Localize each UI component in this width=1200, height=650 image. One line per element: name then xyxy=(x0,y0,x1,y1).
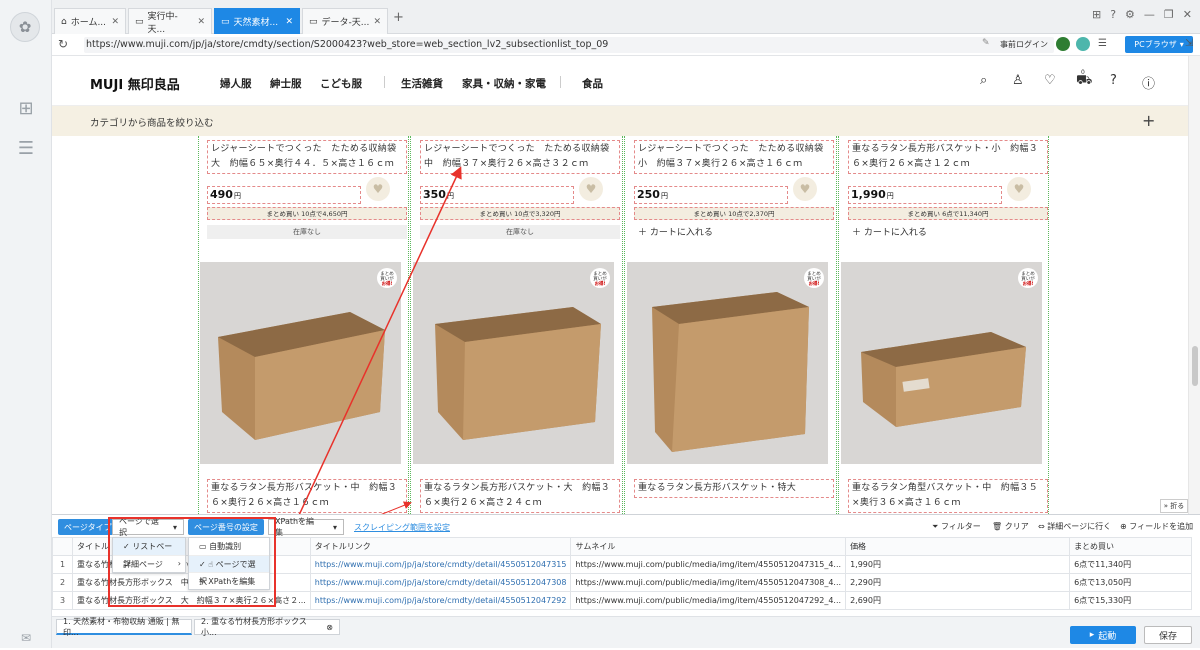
close-window-icon[interactable]: ✕ xyxy=(1183,8,1192,21)
home-icon: ⌂ xyxy=(61,16,67,27)
run-label: 起動 xyxy=(1098,631,1117,642)
reload-icon[interactable]: ↻ xyxy=(58,37,68,51)
new-tab-button[interactable]: + xyxy=(393,10,404,25)
link-cell[interactable]: https://www.muji.com/jp/ja/store/cmdty/d… xyxy=(309,573,572,592)
row-number: 2 xyxy=(52,573,73,592)
header-cell[interactable]: サムネイル xyxy=(570,537,847,556)
save-button[interactable]: 保存 xyxy=(1144,626,1192,644)
filter-button[interactable]: ⏷ フィルター xyxy=(932,521,981,532)
extension-icon[interactable] xyxy=(1056,37,1070,51)
page-icon: ▭ xyxy=(135,16,144,27)
filter-icon: ⏷ xyxy=(932,522,941,531)
tab-label: データ-天... xyxy=(321,18,370,28)
xpath-select-value: XPathを編集 xyxy=(275,517,315,537)
page-icon: ▭ xyxy=(309,16,318,27)
webpage-view: MUJI 無印良品 婦人服 紳士服 こども服 生活雑貨 家具・収納・家電 食品 … xyxy=(52,56,1188,514)
app-sidebar: ✿ ⊞ ☰ ✉ xyxy=(0,0,52,648)
chevron-down-icon: ▾ xyxy=(1179,40,1184,49)
link-cell[interactable]: https://www.muji.com/jp/ja/store/cmdty/d… xyxy=(309,555,572,574)
edit-icon[interactable]: ✎ xyxy=(982,38,990,48)
play-icon: ▸ xyxy=(1089,630,1095,640)
mail-icon[interactable]: ✉ xyxy=(14,626,38,650)
add-field-label: フィールドを追加 xyxy=(1129,522,1194,531)
thumb-cell[interactable]: https://www.muji.com/public/media/img/it… xyxy=(570,555,847,574)
status-bar: 1. 天然素材・布物収納 通販 | 無印... 2. 重なる竹材長方形ボックス … xyxy=(52,616,1200,648)
header-cell[interactable]: タイトルリンク xyxy=(309,537,572,556)
price-cell[interactable]: 2,290円 xyxy=(845,573,1071,592)
xpath-select-dropdown[interactable]: XPathを編集 ▾ xyxy=(268,517,344,537)
close-icon[interactable]: ✕ xyxy=(111,17,119,27)
chevron-down-icon: ▾ xyxy=(332,522,337,532)
restore-icon[interactable]: ❐ xyxy=(1164,8,1174,21)
help-icon[interactable]: ? xyxy=(1110,8,1116,21)
new-task-icon[interactable]: ⊞ xyxy=(14,96,38,120)
webpage-scrollbar[interactable] xyxy=(1188,56,1200,514)
tab-label: ホーム... xyxy=(70,18,107,28)
tab-data[interactable]: ▭ データ-天... ✕ xyxy=(302,8,388,34)
menu-icon[interactable]: ☰ xyxy=(1098,38,1107,49)
address-bar: ↻ https://www.muji.com/jp/ja/store/cmdty… xyxy=(52,34,1200,56)
link-cell[interactable]: https://www.muji.com/jp/ja/store/cmdty/d… xyxy=(309,591,572,610)
annotation-arrows xyxy=(298,166,462,514)
thumb-cell[interactable]: https://www.muji.com/public/media/img/it… xyxy=(570,573,847,592)
settings-icon[interactable]: ⚙ xyxy=(1125,8,1135,21)
url-input[interactable]: https://www.muji.com/jp/ja/store/cmdty/s… xyxy=(84,37,1054,53)
minimize-icon[interactable]: — xyxy=(1144,8,1155,21)
header-cell[interactable]: 価格 xyxy=(845,537,1071,556)
run-button[interactable]: ▸ 起動 xyxy=(1070,626,1136,644)
expand-icon[interactable]: ⇲ xyxy=(1185,38,1193,49)
layers-icon[interactable]: ☰ xyxy=(14,136,38,160)
highlight-box xyxy=(108,517,276,607)
link-icon: ⇔ xyxy=(1038,522,1048,531)
header-cell xyxy=(52,537,73,556)
tab-label: 実行中-天... xyxy=(147,11,178,35)
tab-natural-materials[interactable]: ▭ 天然素材... ✕ xyxy=(214,8,300,34)
result-tab-1[interactable]: 1. 天然素材・布物収納 通販 | 無印... xyxy=(56,616,192,637)
close-icon[interactable]: ✕ xyxy=(285,17,293,27)
app-logo-icon: ✿ xyxy=(10,12,40,42)
plus-circle-icon: ⊕ xyxy=(1120,522,1130,531)
bulk-cell[interactable]: 6点で15,330円 xyxy=(1069,591,1192,610)
tab-home[interactable]: ⌂ ホーム... ✕ xyxy=(54,8,126,34)
thumb-cell[interactable]: https://www.muji.com/public/media/img/it… xyxy=(570,591,847,610)
scrollbar-thumb[interactable] xyxy=(1192,346,1198,386)
browser-mode-select[interactable]: PCブラウザ ▾ xyxy=(1125,36,1193,53)
clear-button[interactable]: 🗑 クリア xyxy=(992,521,1029,532)
clear-label: クリア xyxy=(1004,522,1029,531)
price-cell[interactable]: 1,990円 xyxy=(845,555,1071,574)
bulk-cell[interactable]: 6点で11,340円 xyxy=(1069,555,1192,574)
close-icon[interactable]: ✕ xyxy=(197,17,205,27)
grid-icon[interactable]: ⊞ xyxy=(1092,8,1101,21)
filter-label: フィルター xyxy=(940,522,981,531)
accessibility-icon[interactable] xyxy=(1076,37,1090,51)
row-number: 1 xyxy=(52,555,73,574)
browser-tab-bar: ⌂ ホーム... ✕ ▭ 実行中-天... ✕ ▭ 天然素材... ✕ ▭ データ-天... ✕… xyxy=(52,0,1200,35)
tab-running[interactable]: ▭ 実行中-天... ✕ xyxy=(128,8,212,35)
bulk-cell[interactable]: 6点で13,050円 xyxy=(1069,573,1192,592)
add-field-button[interactable]: ⊕ フィールドを追加 xyxy=(1120,521,1193,532)
page-icon: ▭ xyxy=(221,16,230,27)
result-tab-label: 2. 重なる竹材長方形ボックス 小... xyxy=(201,617,315,637)
scraping-range-link[interactable]: スクレイピング範囲を設定 xyxy=(354,519,450,535)
window-controls: ⊞ ? ⚙ — ❐ ✕ xyxy=(1092,8,1192,21)
pre-login-button[interactable]: 事前ログイン xyxy=(1000,39,1048,50)
tab-label: 天然素材... xyxy=(233,18,279,28)
close-icon[interactable]: ⊗ xyxy=(326,623,333,632)
browser-mode-label: PCブラウザ xyxy=(1134,40,1177,49)
result-tab-label: 1. 天然素材・布物収納 通販 | 無印... xyxy=(63,616,180,637)
trash-icon: 🗑 xyxy=(992,522,1005,531)
close-icon[interactable]: ✕ xyxy=(373,17,381,27)
goto-detail-button[interactable]: ⇔ 詳細ページに行く xyxy=(1038,521,1111,532)
result-tab-2[interactable]: 2. 重なる竹材長方形ボックス 小... ⊗ xyxy=(194,617,340,637)
price-cell[interactable]: 2,690円 xyxy=(845,591,1071,610)
row-number: 3 xyxy=(52,591,73,610)
goto-detail-label: 詳細ページに行く xyxy=(1047,522,1112,531)
header-cell[interactable]: まとめ買い xyxy=(1069,537,1192,556)
